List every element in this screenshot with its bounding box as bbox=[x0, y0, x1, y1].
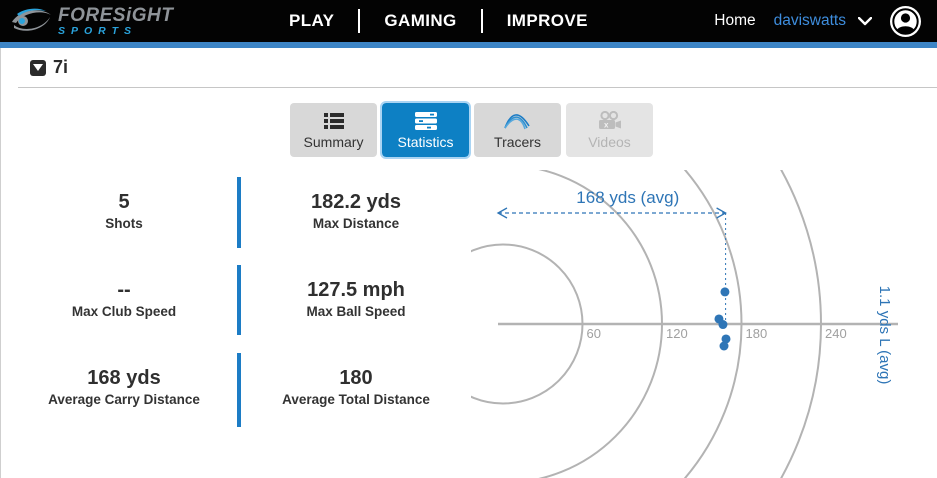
tab-videos: x Videos bbox=[566, 103, 653, 157]
tab-tracers[interactable]: Tracers bbox=[474, 103, 561, 157]
stat-value: 180 bbox=[339, 367, 373, 389]
stat-shots: 5 Shots bbox=[19, 191, 229, 233]
club-header: 7i bbox=[30, 57, 68, 78]
nav-item-gaming[interactable]: GAMING bbox=[380, 11, 460, 31]
stat-label: Average Carry Distance bbox=[48, 392, 200, 407]
username-link[interactable]: daviswatts bbox=[774, 12, 846, 30]
stat-value: 5 bbox=[118, 191, 130, 213]
brand-text: FORESiGHT SPORTS bbox=[58, 6, 173, 37]
stat-value: 127.5 mph bbox=[307, 279, 405, 301]
top-nav: FORESiGHT SPORTS PLAY GAMING IMPROVE Hom… bbox=[0, 0, 937, 42]
nav-item-play[interactable]: PLAY bbox=[285, 11, 338, 31]
stat-avg-total: 180 Average Total Distance bbox=[251, 367, 461, 409]
brand-name: FORESiGHT bbox=[58, 4, 174, 26]
collapse-toggle-icon[interactable] bbox=[30, 59, 46, 76]
section-divider bbox=[18, 87, 937, 88]
tab-statistics[interactable]: Statistics bbox=[380, 101, 471, 159]
tab-summary[interactable]: Summary bbox=[290, 103, 377, 157]
view-tabs: Summary Statistics Tracers x Videos bbox=[290, 101, 653, 159]
club-name: 7i bbox=[53, 57, 69, 77]
profile-avatar-icon[interactable] bbox=[890, 5, 921, 37]
stat-max-club-speed: -- Max Club Speed bbox=[19, 279, 229, 321]
stat-label: Max Distance bbox=[312, 216, 400, 231]
content-panel: 7i Summary Statistics Tracers x Videos 5… bbox=[0, 48, 937, 478]
list-icon bbox=[323, 111, 344, 131]
brand-logo[interactable]: FORESiGHT SPORTS bbox=[0, 4, 173, 39]
tracer-arc-icon bbox=[503, 111, 532, 131]
stat-divider bbox=[237, 177, 241, 248]
chevron-down-icon[interactable] bbox=[858, 16, 872, 26]
home-link[interactable]: Home bbox=[714, 12, 755, 30]
nav-item-improve[interactable]: IMPROVE bbox=[503, 11, 592, 31]
tab-label: Videos bbox=[588, 133, 631, 150]
stat-value: 182.2 yds bbox=[310, 191, 402, 213]
stat-max-ball-speed: 127.5 mph Max Ball Speed bbox=[251, 279, 461, 321]
svg-text:120: 120 bbox=[666, 326, 688, 341]
stat-value: 168 yds bbox=[87, 367, 161, 389]
stat-max-distance: 182.2 yds Max Distance bbox=[251, 191, 461, 233]
tab-label: Statistics bbox=[397, 133, 454, 150]
nav-separator bbox=[358, 9, 361, 33]
main-menu: PLAY GAMING IMPROVE bbox=[285, 0, 592, 42]
svg-text:x: x bbox=[604, 120, 609, 129]
svg-text:1.1 yds L (avg): 1.1 yds L (avg) bbox=[876, 286, 893, 385]
stat-divider bbox=[237, 353, 241, 427]
video-camera-icon: x bbox=[597, 110, 623, 131]
stat-label: Max Ball Speed bbox=[306, 304, 406, 319]
tab-label: Tracers bbox=[494, 133, 541, 150]
stat-avg-carry: 168 yds Average Carry Distance bbox=[19, 367, 229, 409]
stat-value: -- bbox=[117, 279, 131, 301]
svg-text:60: 60 bbox=[587, 326, 601, 341]
stat-label: Shots bbox=[105, 216, 143, 231]
app-window: FORESiGHT SPORTS PLAY GAMING IMPROVE Hom… bbox=[0, 0, 937, 478]
svg-text:168 yds (avg): 168 yds (avg) bbox=[576, 188, 679, 207]
svg-text:240: 240 bbox=[825, 326, 847, 341]
eye-logo-icon bbox=[8, 4, 54, 39]
stat-divider bbox=[237, 265, 241, 335]
stats-bars-icon bbox=[414, 111, 437, 131]
brand-subname: SPORTS bbox=[58, 24, 137, 37]
svg-text:180: 180 bbox=[746, 326, 768, 341]
nav-right: Home daviswatts bbox=[714, 0, 921, 42]
stat-label: Average Total Distance bbox=[282, 392, 430, 407]
stat-label: Max Club Speed bbox=[71, 304, 177, 319]
tab-label: Summary bbox=[303, 133, 364, 150]
nav-separator bbox=[480, 9, 483, 33]
dispersion-chart: 60 120 180 240 168 yds (avg) 1.1 yds L (avg) bbox=[471, 170, 898, 478]
